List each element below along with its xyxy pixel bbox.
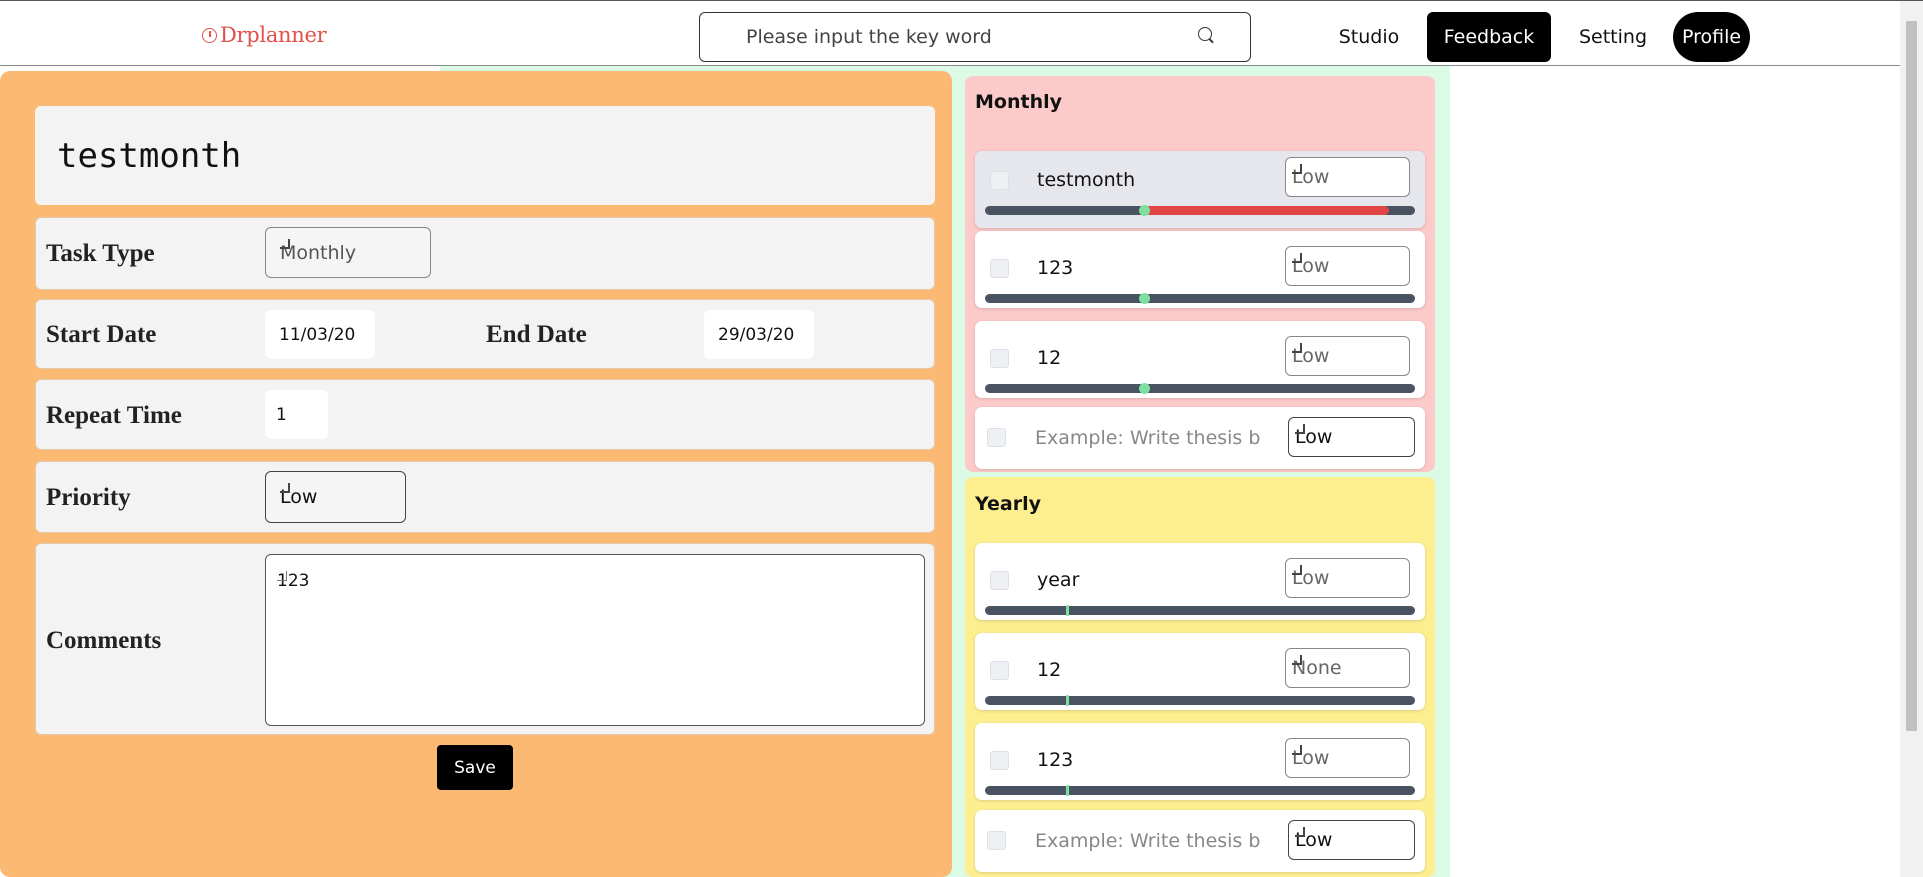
task-checkbox[interactable] <box>987 831 1006 850</box>
task-priority-select[interactable]: Low <box>1285 336 1410 376</box>
progress-marker[interactable] <box>1065 605 1069 616</box>
progress-marker[interactable] <box>1065 695 1069 706</box>
progress-slider[interactable] <box>985 785 1415 796</box>
new-task-input[interactable]: Example: Write thesis by 1 <box>1035 427 1260 449</box>
task-checkbox[interactable] <box>990 349 1009 368</box>
task-type-label: Task Type <box>46 240 155 267</box>
top-nav-bar: Drplanner Studio Feedback Setting Profil… <box>0 0 1923 66</box>
date-row: Start Date 11/03/20 End Date 29/03/20 <box>35 299 935 369</box>
scrollbar-thumb[interactable] <box>1906 21 1917 731</box>
task-checkbox[interactable] <box>987 428 1006 447</box>
task-card[interactable]: 12 Low <box>975 321 1425 398</box>
chevron-down-icon <box>1292 253 1302 263</box>
start-date-input[interactable]: 11/03/20 <box>265 310 375 359</box>
progress-slider[interactable] <box>985 605 1415 616</box>
task-type-row: Task Type Monthly <box>35 217 935 290</box>
task-checkbox[interactable] <box>990 751 1009 770</box>
task-name: 123 <box>1037 257 1074 279</box>
task-name: 12 <box>1037 659 1062 681</box>
nav-profile-button[interactable]: Profile <box>1673 12 1750 62</box>
yearly-column: Yearly year Low 12 None 123 Low Example:… <box>965 477 1435 877</box>
task-name: 12 <box>1037 347 1062 369</box>
comments-label: Comments <box>46 627 162 654</box>
monthly-column-title: Monthly <box>975 91 1062 113</box>
clock-icon <box>202 27 217 43</box>
task-priority-select[interactable]: None <box>1285 648 1410 688</box>
new-task-priority-select[interactable]: Low <box>1288 417 1415 457</box>
task-name: testmonth <box>1037 169 1136 191</box>
task-card[interactable]: 12 None <box>975 633 1425 710</box>
nav-studio-link[interactable]: Studio <box>1328 12 1410 62</box>
resize-handle-icon[interactable] <box>277 571 287 581</box>
chevron-down-icon <box>1292 343 1302 353</box>
monthly-column: Monthly testmonth Low 123 Low 12 Low Exa… <box>965 76 1435 472</box>
progress-slider[interactable] <box>985 293 1415 304</box>
task-checkbox[interactable] <box>990 571 1009 590</box>
chevron-down-icon <box>1295 827 1305 837</box>
comments-textarea[interactable]: 123 <box>265 554 925 726</box>
task-checkbox[interactable] <box>990 259 1009 278</box>
progress-slider[interactable] <box>985 695 1415 706</box>
progress-marker[interactable] <box>1139 293 1151 304</box>
priority-select[interactable]: Low <box>265 471 406 523</box>
task-name: year <box>1037 569 1080 591</box>
task-title: testmonth <box>57 136 242 176</box>
chevron-down-icon <box>280 483 290 493</box>
repeat-time-row: Repeat Time 1 <box>35 379 935 450</box>
chevron-down-icon <box>1292 745 1302 755</box>
nav-setting-link[interactable]: Setting <box>1568 12 1658 62</box>
task-card[interactable]: testmonth Low <box>975 151 1425 228</box>
search-box[interactable] <box>699 12 1251 62</box>
priority-row: Priority Low <box>35 461 935 533</box>
task-priority-select[interactable]: Low <box>1285 157 1410 197</box>
progress-fill <box>1144 206 1390 215</box>
search-icon[interactable] <box>1198 27 1212 41</box>
progress-slider[interactable] <box>985 383 1415 394</box>
progress-marker[interactable] <box>1139 383 1151 394</box>
end-date-input[interactable]: 29/03/20 <box>704 310 814 359</box>
start-date-value: 11/03/20 <box>279 324 356 345</box>
start-date-label: Start Date <box>46 321 157 348</box>
task-title-box[interactable]: testmonth <box>35 106 935 205</box>
task-checkbox[interactable] <box>990 661 1009 680</box>
chevron-down-icon <box>1295 424 1305 434</box>
task-name: 123 <box>1037 749 1074 771</box>
new-task-input[interactable]: Example: Write thesis by 1 <box>1035 830 1260 852</box>
chevron-down-icon <box>280 239 290 249</box>
task-priority-select[interactable]: Low <box>1285 738 1410 778</box>
task-card[interactable]: year Low <box>975 543 1425 620</box>
new-task-priority-select[interactable]: Low <box>1288 820 1415 860</box>
priority-label: Priority <box>46 484 131 511</box>
task-priority-select[interactable]: Low <box>1285 246 1410 286</box>
page-scrollbar[interactable] <box>1900 1 1923 877</box>
task-checkbox[interactable] <box>990 171 1009 190</box>
new-task-row: Example: Write thesis by 1 Low <box>975 407 1425 469</box>
save-button[interactable]: Save <box>437 745 513 790</box>
repeat-time-value: 1 <box>276 404 287 425</box>
chevron-down-icon <box>1292 565 1302 575</box>
task-type-value: Monthly <box>280 241 357 264</box>
chevron-down-icon <box>1292 164 1302 174</box>
nav-feedback-button[interactable]: Feedback <box>1427 12 1551 62</box>
logo-text: Drplanner <box>220 23 327 47</box>
end-date-value: 29/03/20 <box>718 324 795 345</box>
new-task-row: Example: Write thesis by 1 Low <box>975 810 1425 872</box>
yearly-column-title: Yearly <box>975 493 1041 515</box>
end-date-label: End Date <box>486 321 587 348</box>
app-logo[interactable]: Drplanner <box>202 23 327 47</box>
task-type-select[interactable]: Monthly <box>265 227 431 278</box>
chevron-down-icon <box>1292 655 1302 665</box>
repeat-time-input[interactable]: 1 <box>265 390 328 439</box>
task-card[interactable]: 123 Low <box>975 723 1425 800</box>
task-card[interactable]: 123 Low <box>975 231 1425 308</box>
task-priority-select[interactable]: Low <box>1285 558 1410 598</box>
progress-slider[interactable] <box>985 205 1415 216</box>
search-input[interactable] <box>744 25 1184 49</box>
progress-marker[interactable] <box>1065 785 1069 796</box>
repeat-time-label: Repeat Time <box>46 402 182 429</box>
